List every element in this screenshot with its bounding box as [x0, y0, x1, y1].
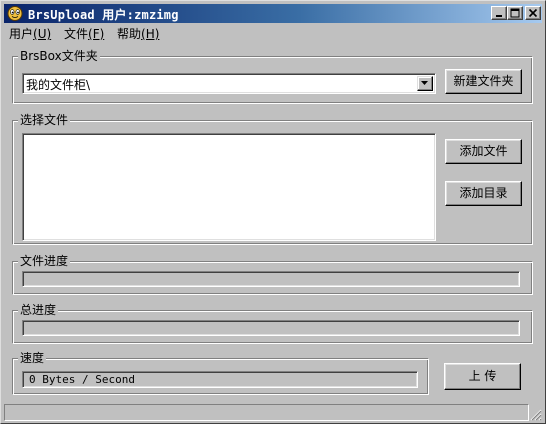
folder-group-label: BrsBox文件夹 [18, 49, 100, 63]
maximize-button[interactable] [507, 6, 523, 20]
add-directory-button[interactable]: 添加目录 [445, 181, 522, 206]
folder-combobox[interactable]: 我的文件柜\ [22, 73, 436, 94]
file-progress-groupbox: 文件进度 [12, 254, 533, 295]
menu-user-label: 用户 [9, 27, 34, 41]
select-files-groupbox: 选择文件 添加文件 添加目录 [12, 113, 533, 245]
speed-group-label: 速度 [18, 351, 47, 365]
folder-dropdown-button[interactable] [417, 76, 433, 91]
status-panel [4, 404, 529, 421]
maximize-icon [510, 8, 520, 18]
speed-groupbox: 速度 0 Bytes / Second [12, 351, 429, 395]
menu-file-label: 文件 [64, 27, 89, 41]
menu-file-accel: (F) [88, 27, 105, 41]
menu-help-accel: (H) [141, 27, 160, 41]
add-file-button[interactable]: 添加文件 [445, 139, 522, 164]
close-button[interactable] [525, 6, 541, 20]
window-title: BrsUpload 用户:zmzimg [28, 6, 179, 23]
upload-button[interactable]: 上 传 [444, 363, 521, 390]
total-progress-group-label: 总进度 [18, 303, 59, 317]
menu-user-accel: (U) [33, 27, 52, 41]
close-icon [528, 8, 538, 18]
status-bar [4, 403, 542, 421]
add-directory-button-label: 添加目录 [459, 186, 508, 200]
minimize-button[interactable] [491, 6, 507, 20]
total-progress-groupbox: 总进度 [12, 303, 533, 344]
window-app-name: BrsUpload [28, 8, 95, 22]
speed-field: 0 Bytes / Second [22, 371, 418, 388]
select-files-group-label: 选择文件 [18, 113, 71, 127]
menu-user[interactable]: 用户(U) [9, 25, 51, 42]
menu-help-label: 帮助 [117, 27, 142, 41]
new-folder-button[interactable]: 新建文件夹 [445, 69, 522, 94]
folder-groupbox: BrsBox文件夹 我的文件柜\ 新建文件夹 [12, 49, 533, 104]
resize-grip-icon[interactable] [530, 409, 542, 421]
folder-combobox-value: 我的文件柜\ [26, 78, 91, 92]
menu-file[interactable]: 文件(F) [64, 25, 104, 42]
minimize-icon [496, 15, 502, 17]
add-file-button-label: 添加文件 [459, 144, 508, 158]
file-progress-bar [22, 271, 520, 287]
speed-value: 0 Bytes / Second [29, 373, 135, 386]
total-progress-bar [22, 320, 520, 336]
menu-help[interactable]: 帮助(H) [117, 25, 159, 42]
app-face-icon [7, 6, 23, 21]
menu-bar: 用户(U) 文件(F) 帮助(H) [4, 23, 542, 42]
upload-button-label: 上 传 [468, 369, 497, 383]
file-listbox[interactable] [22, 133, 436, 241]
app-window: BrsUpload 用户:zmzimg 用户(U) 文件(F) 帮助(H) Br… [0, 0, 546, 424]
new-folder-button-label: 新建文件夹 [453, 74, 514, 88]
file-progress-group-label: 文件进度 [18, 254, 71, 268]
title-bar[interactable]: BrsUpload 用户:zmzimg [4, 4, 542, 23]
chevron-down-icon [421, 81, 428, 85]
window-user-label: 用户:zmzimg [102, 8, 179, 22]
